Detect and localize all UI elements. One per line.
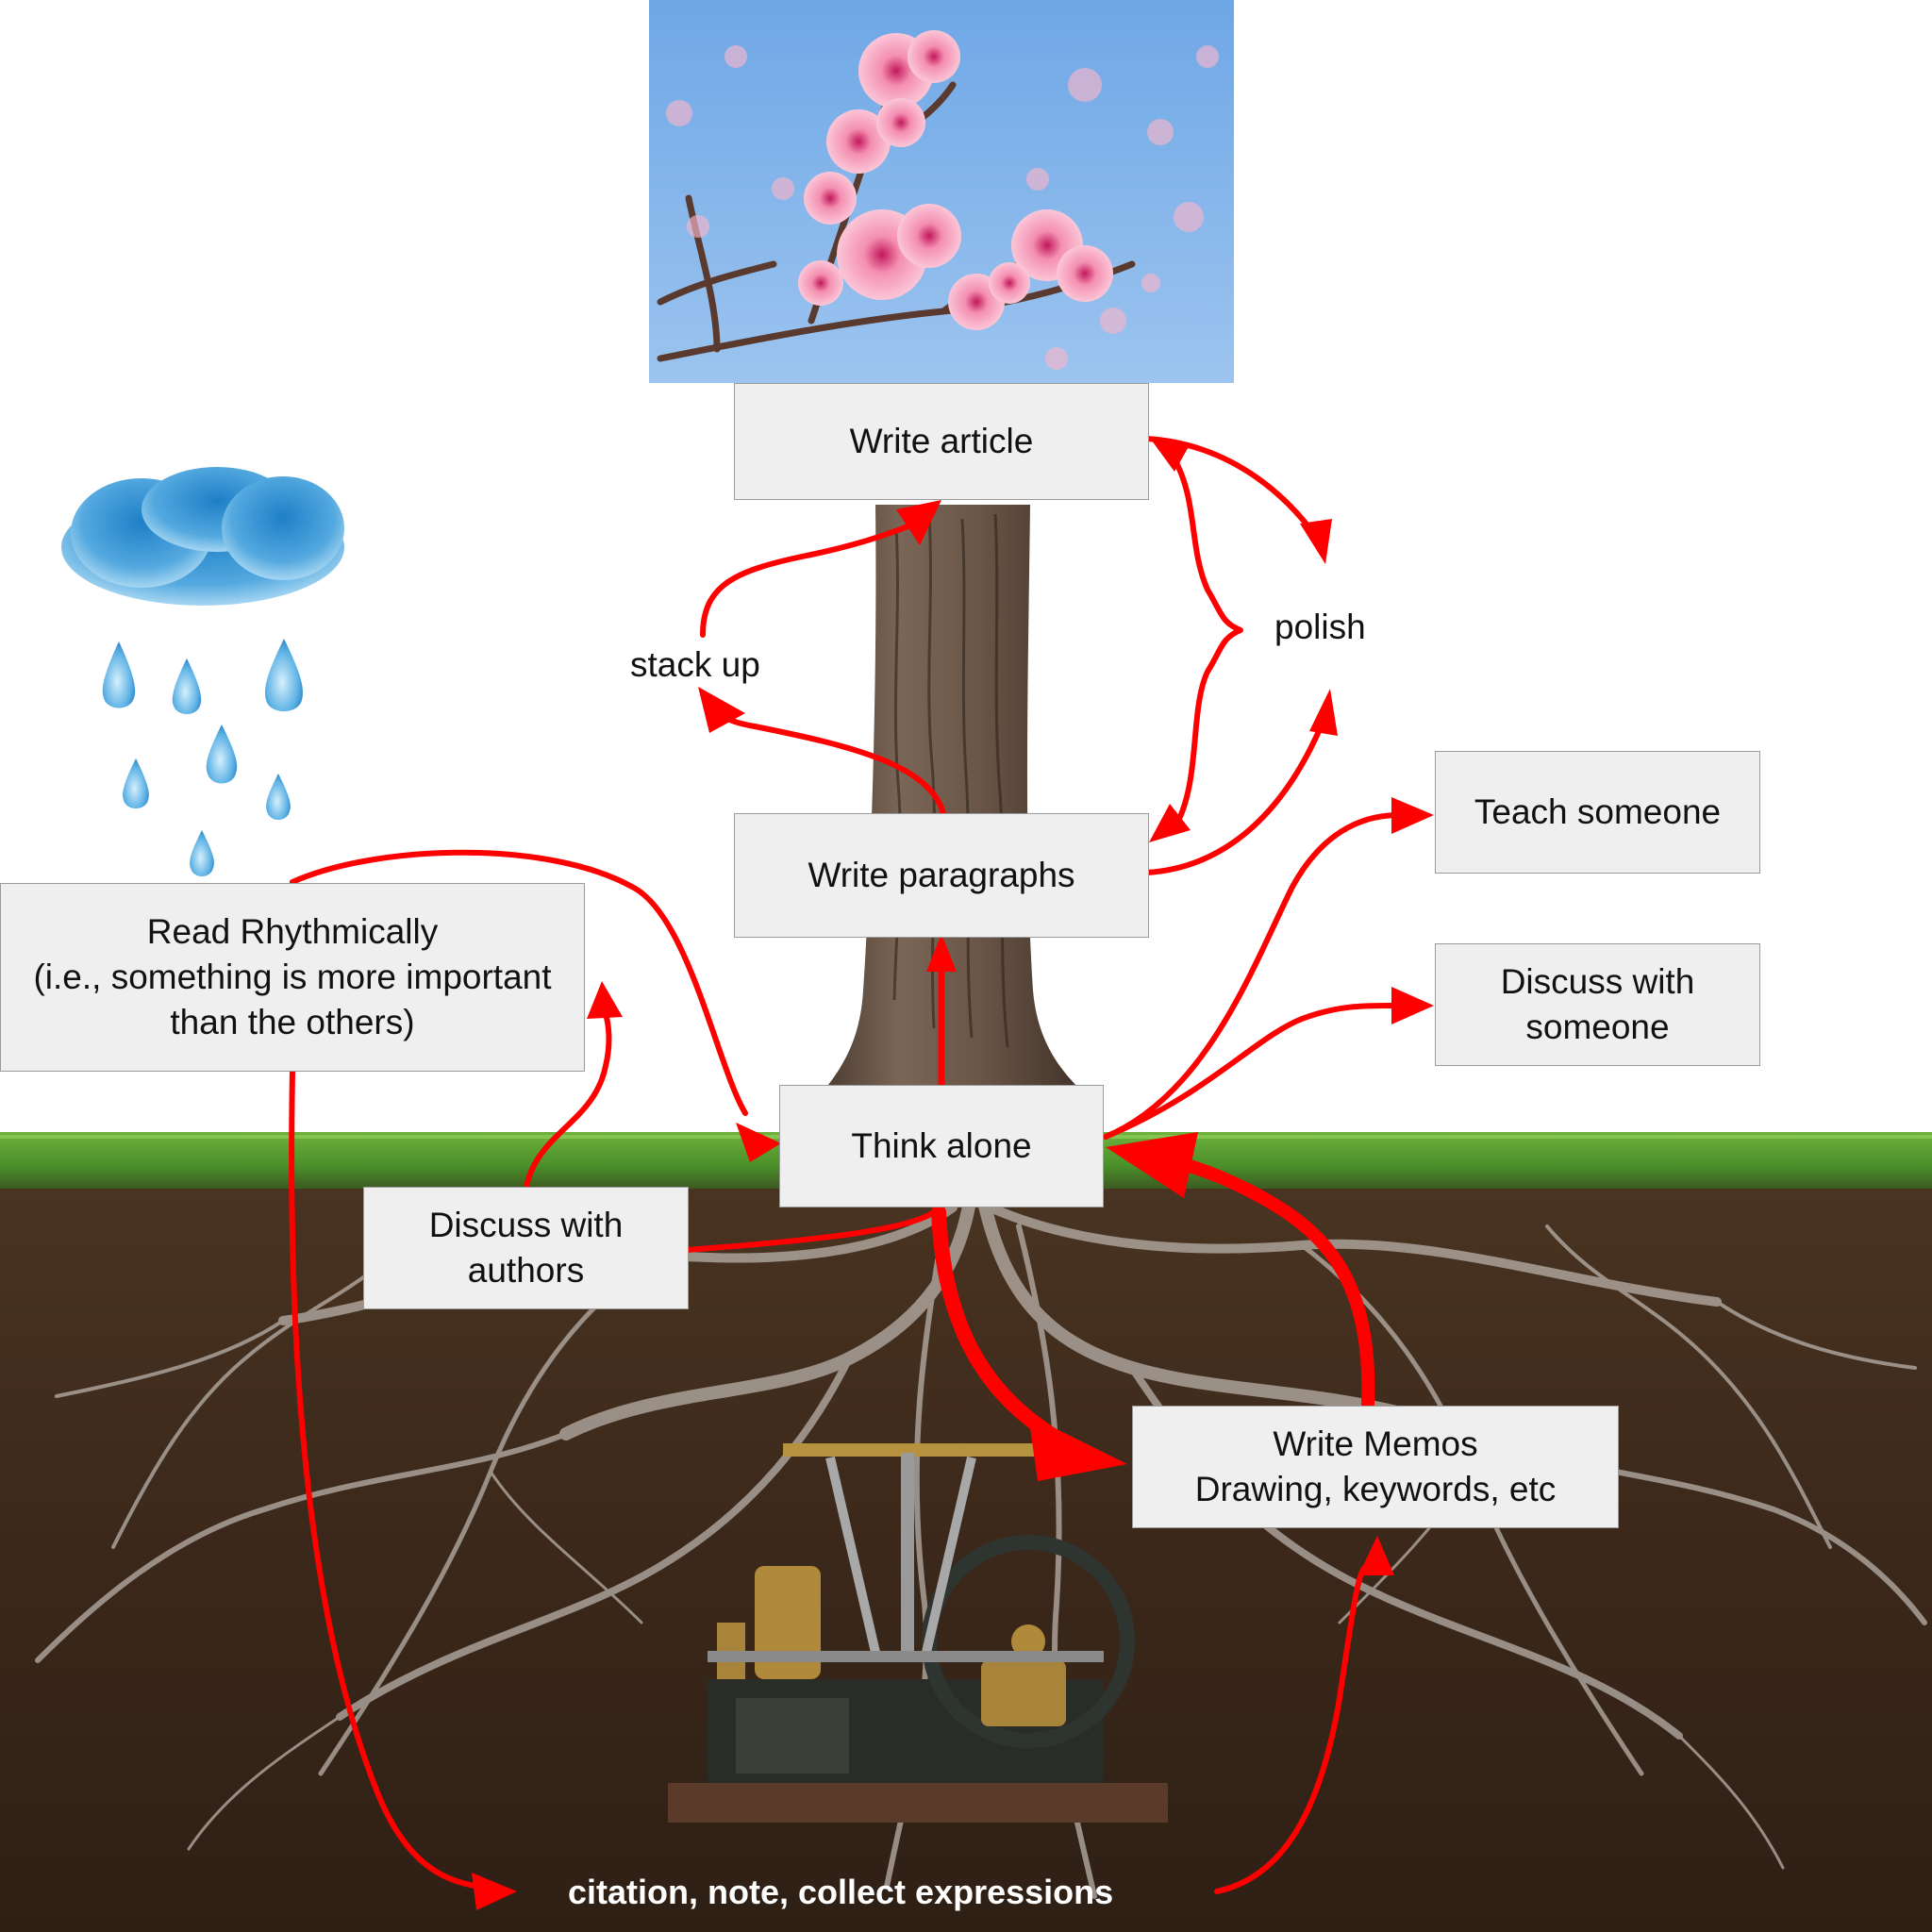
teach-someone-label: Teach someone xyxy=(1474,791,1722,831)
write-paragraphs-node[interactable]: Write paragraphs xyxy=(734,813,1149,938)
arrowhead-teach xyxy=(1391,797,1434,834)
write-article-label: Write article xyxy=(849,421,1034,460)
arrow-polish-to-paragraphs xyxy=(1143,728,1322,875)
raindrop-icons xyxy=(102,639,304,876)
rain-cloud-icon xyxy=(61,467,344,606)
discuss-someone-node[interactable]: Discuss with someone xyxy=(1435,943,1760,1066)
write-memos-node[interactable]: Write Memos Drawing, keywords, etc xyxy=(1132,1406,1619,1528)
think-alone-node[interactable]: Think alone xyxy=(779,1085,1104,1208)
arrowhead-read xyxy=(587,981,623,1019)
write-memos-label: Write Memos Drawing, keywords, etc xyxy=(1194,1424,1557,1508)
polish-brace xyxy=(1171,455,1243,822)
discuss-someone-label: Discuss with someone xyxy=(1500,961,1695,1046)
cherry-blossom-photo xyxy=(649,0,1234,383)
discuss-authors-node[interactable]: Discuss with authors xyxy=(363,1187,689,1309)
arrowhead-discuss-someone xyxy=(1391,987,1434,1024)
tree-trunk xyxy=(821,505,1085,1094)
polish-label: polish xyxy=(1274,608,1366,646)
write-paragraphs-label: Write paragraphs xyxy=(808,855,1075,894)
arrow-think-to-discuss-someone xyxy=(1103,1002,1399,1140)
arrowhead-polish-bottom xyxy=(1309,689,1338,736)
read-rhythmically-label: Read Rhythmically (i.e., something is mo… xyxy=(33,911,552,1042)
arrow-think-to-teach xyxy=(1103,812,1399,1140)
write-article-node[interactable]: Write article xyxy=(734,383,1149,500)
discuss-authors-label: Discuss with authors xyxy=(428,1205,624,1290)
arrowhead-polish-top xyxy=(1300,519,1332,564)
think-alone-label: Think alone xyxy=(851,1125,1032,1165)
teach-someone-node[interactable]: Teach someone xyxy=(1435,751,1760,874)
citation-label: citation, note, collect expressions xyxy=(568,1873,1114,1911)
stack-up-label: stack up xyxy=(630,645,760,684)
arrowhead-stackup xyxy=(698,687,745,733)
read-rhythmically-node[interactable]: Read Rhythmically (i.e., something is mo… xyxy=(0,883,585,1072)
